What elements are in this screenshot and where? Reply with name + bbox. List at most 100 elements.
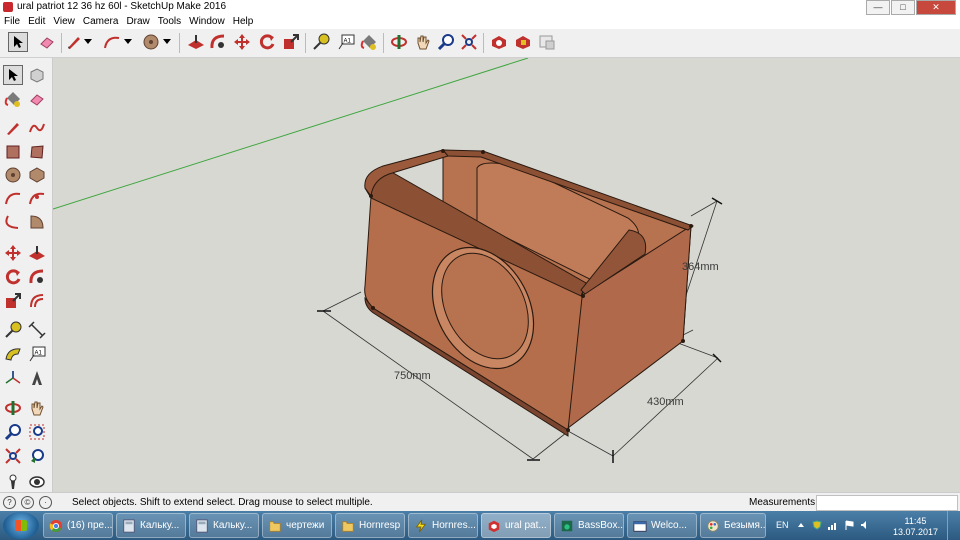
3d-warehouse-icon[interactable] — [489, 32, 509, 52]
rotated-rectangle-tool-icon[interactable] — [27, 142, 47, 162]
zoom-extents-tool-icon[interactable] — [3, 446, 23, 466]
geo-location-icon[interactable]: ? — [3, 496, 16, 509]
follow-me-tool-icon[interactable] — [208, 32, 228, 52]
menu-tools[interactable]: Tools — [154, 15, 185, 29]
taskbar-item-bassbox[interactable]: BassBox... — [554, 513, 624, 538]
taskbar-item-welcome[interactable]: Welco... — [627, 513, 697, 538]
offset-tool-icon[interactable] — [27, 291, 47, 311]
pan-tool-icon[interactable] — [27, 398, 47, 418]
eraser-tool-icon[interactable] — [27, 89, 47, 109]
pencil-tool-icon[interactable] — [64, 32, 84, 52]
clock-date: 13.07.2017 — [892, 527, 938, 537]
windows-taskbar: (16) пре... Кальку... Кальку... чертежи … — [0, 511, 960, 540]
pie-tool-icon[interactable] — [27, 212, 47, 232]
taskbar-item-sketchup[interactable]: ural pat... — [481, 513, 551, 538]
extension-warehouse-icon[interactable] — [513, 32, 533, 52]
rotate-tool-icon[interactable] — [257, 32, 277, 52]
clock[interactable]: 11:45 13.07.2017 — [893, 516, 938, 538]
scale-tool-icon[interactable] — [3, 291, 23, 311]
paint-bucket-tool-icon[interactable] — [3, 89, 23, 109]
zoom-extents-tool-icon[interactable] — [459, 32, 479, 52]
position-camera-tool-icon[interactable] — [3, 472, 23, 492]
taskbar-item-chrome[interactable]: (16) пре... — [43, 513, 113, 538]
menu-view[interactable]: View — [49, 15, 79, 29]
zoom-tool-icon[interactable] — [3, 422, 23, 442]
subwoofer-box-model — [53, 58, 723, 463]
previous-view-tool-icon[interactable] — [27, 446, 47, 466]
menu-camera[interactable]: Camera — [79, 15, 123, 29]
help-icon[interactable]: · — [39, 496, 52, 509]
move-tool-icon[interactable] — [3, 243, 23, 263]
paint-bucket-tool-icon[interactable] — [359, 32, 379, 52]
freehand-tool-icon[interactable] — [27, 118, 47, 138]
zoom-window-tool-icon[interactable] — [27, 422, 47, 442]
taskbar-item-paint[interactable]: Безымя... — [700, 513, 766, 538]
language-indicator[interactable]: EN — [776, 520, 789, 530]
polygon-tool-icon[interactable] — [27, 165, 47, 185]
pencil-dropdown-icon[interactable] — [82, 32, 94, 52]
arc-tool-icon[interactable] — [102, 32, 122, 52]
menu-window[interactable]: Window — [185, 15, 229, 29]
scale-tool-icon[interactable] — [281, 32, 301, 52]
network-icon[interactable] — [828, 520, 838, 530]
move-tool-icon[interactable] — [232, 32, 252, 52]
orbit-tool-icon[interactable] — [389, 32, 409, 52]
tool-palette: A1 — [0, 58, 53, 492]
tape-measure-tool-icon[interactable] — [3, 320, 23, 340]
select-tool-icon[interactable] — [3, 65, 23, 85]
protractor-tool-icon[interactable] — [3, 344, 23, 364]
3d-text-tool-icon[interactable] — [27, 368, 47, 388]
show-desktop-button[interactable] — [947, 511, 960, 540]
menu-file[interactable]: File — [0, 15, 24, 29]
windows-logo-icon — [15, 520, 27, 531]
taskbar-item-folder-hornresp[interactable]: Hornresp — [335, 513, 405, 538]
eraser-tool-icon[interactable] — [37, 32, 57, 52]
show-hidden-icons-icon[interactable] — [796, 520, 806, 530]
taskbar-item-hornresp[interactable]: Hornres... — [408, 513, 478, 538]
tape-measure-tool-icon[interactable] — [311, 32, 331, 52]
taskbar-item-calculator-2[interactable]: Кальку... — [189, 513, 259, 538]
sketchup-icon — [488, 520, 500, 532]
pan-tool-icon[interactable] — [413, 32, 433, 52]
taskbar-item-calculator-1[interactable]: Кальку... — [116, 513, 186, 538]
shapes-tool-icon[interactable] — [141, 32, 161, 52]
text-tool-icon[interactable]: A1 — [336, 32, 356, 52]
two-point-arc-tool-icon[interactable] — [27, 188, 47, 208]
shapes-dropdown-icon[interactable] — [161, 32, 173, 52]
look-around-tool-icon[interactable] — [27, 472, 47, 492]
line-tool-icon[interactable] — [3, 118, 23, 138]
follow-me-tool-icon[interactable] — [27, 267, 47, 287]
select-tool-icon[interactable] — [8, 32, 28, 52]
layout-icon[interactable] — [537, 32, 557, 52]
three-point-arc-tool-icon[interactable] — [3, 212, 23, 232]
title-bar: ural patriot 12 36 hz 60l - SketchUp Mak… — [0, 0, 960, 15]
flag-notifications-icon[interactable] — [844, 520, 854, 530]
axes-tool-icon[interactable] — [3, 368, 23, 388]
minimize-button[interactable]: — — [866, 0, 890, 15]
menu-help[interactable]: Help — [229, 15, 258, 29]
rotate-tool-icon[interactable] — [3, 267, 23, 287]
maximize-button[interactable]: □ — [891, 0, 915, 15]
credits-icon[interactable]: © — [21, 496, 34, 509]
start-button[interactable] — [3, 512, 39, 539]
menu-draw[interactable]: Draw — [122, 15, 153, 29]
make-component-icon[interactable] — [27, 65, 47, 85]
security-shield-icon[interactable] — [812, 520, 822, 530]
close-button[interactable]: ✕ — [916, 0, 956, 15]
volume-icon[interactable] — [860, 520, 870, 530]
orbit-tool-icon[interactable] — [3, 398, 23, 418]
arc-tool-icon[interactable] — [3, 188, 23, 208]
push-pull-tool-icon[interactable] — [186, 32, 206, 52]
menu-edit[interactable]: Edit — [24, 15, 49, 29]
taskbar-item-folder-drawings[interactable]: чертежи — [262, 513, 332, 538]
rectangle-tool-icon[interactable] — [3, 142, 23, 162]
circle-tool-icon[interactable] — [3, 165, 23, 185]
model-viewport[interactable]: 750mm 430mm 364mm — [53, 58, 960, 492]
push-pull-tool-icon[interactable] — [27, 243, 47, 263]
measurements-input[interactable] — [816, 495, 958, 511]
text-tool-icon[interactable]: A1 — [27, 344, 47, 364]
arc-dropdown-icon[interactable] — [122, 32, 134, 52]
svg-text:A1: A1 — [344, 39, 352, 45]
zoom-tool-icon[interactable] — [436, 32, 456, 52]
dimension-tool-icon[interactable] — [27, 320, 47, 340]
